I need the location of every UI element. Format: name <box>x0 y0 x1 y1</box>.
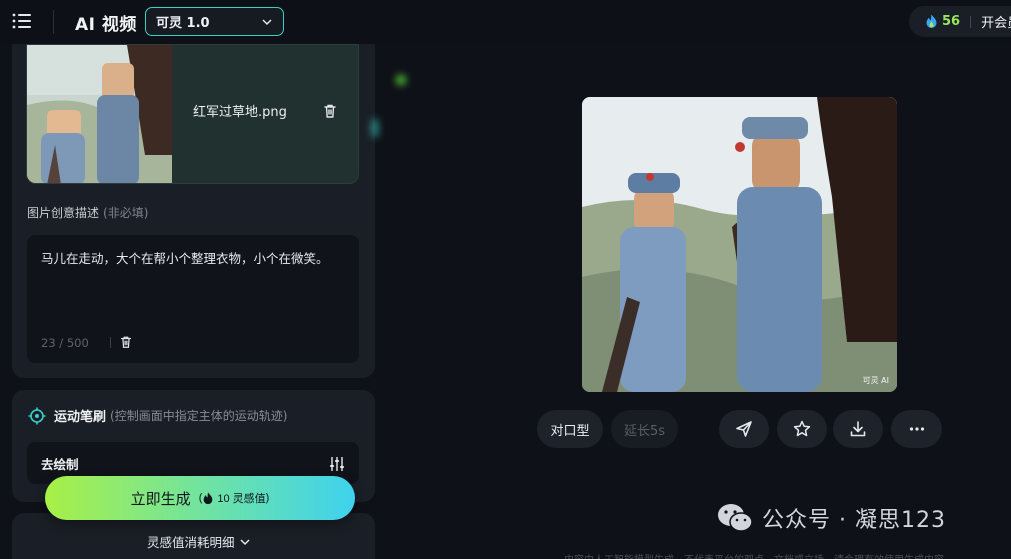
fire-icon <box>204 491 213 504</box>
star-icon <box>793 420 811 437</box>
video-preview[interactable]: 可灵 AI <box>582 97 897 392</box>
ambient-glow <box>396 75 406 85</box>
motion-brush-header: 运动笔刷 (控制画面中指定主体的运动轨迹) <box>28 406 287 425</box>
generate-cost-value: 10 灵感值 <box>217 493 266 505</box>
description-label: 图片创意描述 (非必填) <box>27 204 148 221</box>
ambient-glow <box>372 118 378 138</box>
extend-button[interactable]: 延长5s <box>611 410 678 448</box>
preview-watermark: 可灵 AI <box>862 376 889 385</box>
cost-detail-toggle[interactable]: 灵感值消耗明细 <box>147 532 251 551</box>
motion-brush-hint: (控制画面中指定主体的运动轨迹) <box>110 409 288 423</box>
brush-target-icon <box>28 407 46 424</box>
publish-button[interactable] <box>719 410 769 448</box>
motion-brush-title: 运动笔刷 <box>54 410 107 425</box>
extend-label: 延长5s <box>623 423 666 439</box>
more-button[interactable] <box>891 410 942 448</box>
send-icon <box>736 421 752 437</box>
wechat-icon <box>718 504 753 532</box>
menu-icon[interactable] <box>12 12 32 30</box>
sliders-icon[interactable] <box>329 456 345 472</box>
credits-count: 56 <box>942 14 961 29</box>
model-select[interactable]: 可灵 1.0 <box>145 7 284 36</box>
member-link[interactable]: 开会员 <box>981 12 1011 31</box>
app-title: AI 视频 <box>75 15 137 35</box>
favorite-button[interactable] <box>777 410 827 448</box>
download-icon <box>850 421 866 437</box>
preview-image <box>582 97 897 392</box>
description-optional-tag: (非必填) <box>103 206 149 220</box>
download-button[interactable] <box>833 410 883 448</box>
description-label-text: 图片创意描述 <box>27 206 100 220</box>
lip-sync-button[interactable]: 对口型 <box>537 410 603 448</box>
counter-separator <box>110 337 111 348</box>
generate-cost: ( 10 灵感值) <box>198 491 270 505</box>
image-upload-panel: 红军过草地.png 图片创意描述 (非必填) 马儿在走动，大个在帮小个整理衣物，小… <box>12 44 375 378</box>
description-textarea[interactable]: 马儿在走动，大个在帮小个整理衣物，小个在微笑。 23 / 500 <box>27 235 359 363</box>
generate-label: 立即生成 <box>130 490 191 508</box>
clear-description-trash-icon[interactable] <box>119 335 133 349</box>
uploaded-image-card: 红军过草地.png <box>26 44 359 184</box>
credits-separator <box>970 15 972 28</box>
uploaded-image-thumbnail <box>27 45 172 183</box>
top-bar: AI 视频 可灵 1.0 56 开会员 <box>0 0 1011 44</box>
chevron-down-icon <box>239 538 250 545</box>
cost-detail-label: 灵感值消耗明细 <box>147 535 235 550</box>
char-counter: 23 / 500 <box>41 336 89 350</box>
uploaded-file-name: 红军过草地.png <box>193 105 287 120</box>
credits-pill[interactable]: 56 开会员 <box>909 6 1011 37</box>
fire-icon <box>926 14 937 28</box>
generate-button[interactable]: 立即生成 ( 10 灵感值) <box>45 476 355 520</box>
draw-label: 去绘制 <box>41 457 79 472</box>
wechat-account-text: 公众号 · 凝思123 <box>762 508 946 533</box>
model-select-label: 可灵 1.0 <box>156 16 210 31</box>
wechat-watermark: 公众号 · 凝思123 <box>716 502 946 534</box>
description-text[interactable]: 马儿在走动，大个在帮小个整理衣物，小个在微笑。 <box>41 248 329 267</box>
trash-icon[interactable] <box>322 103 338 119</box>
chevron-down-icon <box>262 18 272 25</box>
lip-sync-label: 对口型 <box>550 423 590 439</box>
more-icon <box>909 427 924 431</box>
header-divider <box>53 10 54 34</box>
footer-disclaimer: 内容由人工智能模型生成，不代表平台的观点，文档或立场，请合理有效使用生成内容 <box>564 551 944 559</box>
